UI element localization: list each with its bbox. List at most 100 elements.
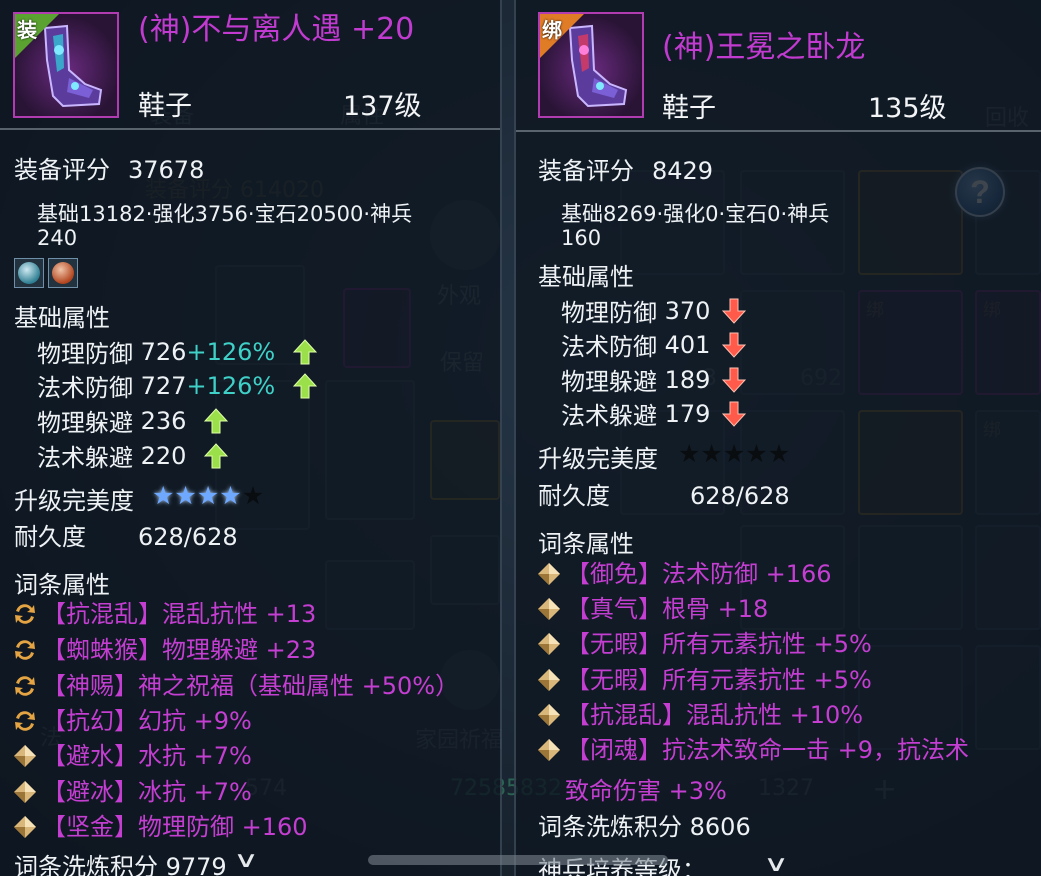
stat-value: 401: [664, 330, 711, 359]
affix-text: 【真气】根骨 +18: [566, 595, 769, 623]
perfect-stars: ★ ★ ★ ★ ★: [678, 440, 790, 468]
item-name: (神)王冕之卧龙: [662, 30, 866, 65]
swap-icon: [15, 676, 35, 696]
affix-row: 【无暇】所有元素抗性 +5%: [536, 630, 872, 658]
arrow-up-icon: [204, 407, 229, 435]
affix-row: 【抗幻】幻抗 +9%: [12, 707, 252, 735]
score-breakdown: 基础8269·强化0·宝石0·神兵160: [561, 202, 830, 250]
perfect-label: 升级完美度: [538, 445, 658, 473]
stat-row: 物理躲避 189: [561, 362, 747, 397]
refine-score-row: 词条洗炼积分 8606: [538, 813, 751, 841]
durability-value: 628/628: [690, 482, 790, 510]
stat-value: 220: [140, 441, 187, 470]
chevron-down-icon[interactable]: ∨: [763, 852, 789, 876]
score-row: 装备评分 8429: [538, 157, 713, 185]
stat-name: 物理躲避: [37, 409, 133, 437]
durability-label: 耐久度: [14, 523, 86, 551]
item-slot: 鞋子: [662, 93, 716, 124]
gem-icon: [18, 262, 40, 284]
affix-text: 【抗混乱】混乱抗性 +10%: [566, 701, 864, 729]
star-filled-icon: ★: [219, 481, 242, 510]
item-name: (神)不与离人遇 +20: [138, 12, 415, 47]
stat-value: 189: [664, 365, 711, 394]
affix-continuation: 致命伤害 +3%: [565, 777, 727, 805]
stat-row: 法术躲避 220: [37, 438, 229, 473]
diamond-icon: [14, 816, 36, 838]
affix-text: 【坚金】物理防御 +160: [42, 813, 308, 841]
stat-name: 法术防御: [561, 333, 657, 361]
stat-row: 法术防御 401: [561, 327, 747, 362]
score-breakdown: 基础13182·强化3756·宝石20500·神兵240: [37, 202, 413, 250]
affix-text: 【蜘蛛猴】物理躲避 +23: [42, 636, 317, 664]
swap-icon: [15, 604, 35, 624]
gem-icon: [52, 262, 74, 284]
stat-row: 物理躲避 236: [37, 403, 229, 438]
arrow-down-icon: [722, 297, 747, 325]
equipped-item-tooltip: 装 (神)不与离人遇 +20 鞋子 137级 装备评分 37678 基础13182…: [0, 0, 502, 876]
stat-name: 法术躲避: [37, 444, 133, 472]
stat-name: 物理防御: [561, 299, 657, 327]
arrow-up-icon: [293, 372, 318, 400]
stat-value: 727: [140, 371, 187, 400]
diamond-icon: [538, 669, 560, 691]
affix-row: 【神赐】神之祝福（基础属性 +50%）: [12, 672, 459, 700]
arrow-down-icon: [722, 331, 747, 359]
affix-text: 【无暇】所有元素抗性 +5%: [566, 630, 872, 658]
chevron-down-icon[interactable]: ∨: [233, 848, 259, 873]
stat-bonus: +126%: [186, 337, 276, 366]
stat-value: 370: [664, 296, 711, 325]
star-filled-icon: ★: [152, 481, 175, 510]
affix-text: 【抗幻】幻抗 +9%: [42, 707, 252, 735]
scrollbar[interactable]: [368, 855, 668, 865]
score-value: 8429: [652, 157, 714, 185]
bound-corner-label: 绑: [542, 18, 562, 42]
star-empty-icon: ★: [722, 439, 746, 468]
stat-value: 179: [664, 399, 711, 428]
perfect-stars: ★ ★ ★ ★ ★: [152, 482, 264, 510]
stat-value: 726: [140, 337, 187, 366]
stat-value: 236: [140, 406, 187, 435]
durability-row: 耐久度 628/628: [14, 523, 238, 551]
affix-text: 【避冰】冰抗 +7%: [42, 778, 252, 806]
stat-name: 法术躲避: [561, 402, 657, 430]
item-level: 135级: [868, 93, 947, 124]
diamond-icon: [538, 563, 560, 585]
header-divider: [0, 128, 500, 130]
affix-text: 【无暇】所有元素抗性 +5%: [566, 666, 872, 694]
affix-row: 【御免】法术防御 +166: [536, 560, 832, 588]
equipped-corner-label: 装: [17, 18, 37, 42]
score-value: 37678: [128, 156, 205, 184]
gem-socket[interactable]: [48, 258, 78, 288]
item-slot: 鞋子: [138, 91, 192, 122]
affix-text: 【神赐】神之祝福（基础属性 +50%）: [42, 672, 460, 700]
star-empty-icon: ★: [241, 481, 265, 510]
refine-value: 8606: [689, 813, 751, 841]
diamond-icon: [538, 704, 560, 726]
stat-row: 物理防御 726 +126%: [37, 334, 318, 369]
arrow-up-icon: [204, 442, 229, 470]
durability-value: 628/628: [138, 523, 238, 551]
affix-row: 【闭魂】抗法术致命一击 +9，抗法术: [536, 736, 969, 764]
diamond-icon: [14, 781, 36, 803]
star-empty-icon: ★: [767, 439, 791, 468]
stat-name: 物理防御: [37, 340, 133, 368]
base-attr-title: 基础属性: [14, 304, 110, 332]
arrow-down-icon: [722, 366, 747, 394]
affix-text: 【御免】法术防御 +166: [566, 560, 832, 588]
stat-row: 法术防御 727 +126%: [37, 368, 318, 403]
stat-name: 物理躲避: [561, 368, 657, 396]
affix-text: 【避水】水抗 +7%: [42, 742, 252, 770]
swap-icon: [15, 711, 35, 731]
star-filled-icon: ★: [174, 481, 197, 510]
refine-label: 词条洗炼积分: [538, 813, 682, 841]
affix-text: 【闭魂】抗法术致命一击 +9，抗法术: [566, 736, 970, 764]
affix-row: 【抗混乱】混乱抗性 +10%: [536, 701, 863, 729]
gem-socket[interactable]: [14, 258, 44, 288]
header-divider: [516, 130, 1041, 132]
perfect-label: 升级完美度: [14, 487, 134, 515]
score-label: 装备评分: [14, 156, 110, 184]
swap-icon: [15, 640, 35, 660]
base-attr-title: 基础属性: [538, 263, 634, 291]
diamond-icon: [538, 633, 560, 655]
item-icon-boots: 装: [13, 12, 119, 118]
